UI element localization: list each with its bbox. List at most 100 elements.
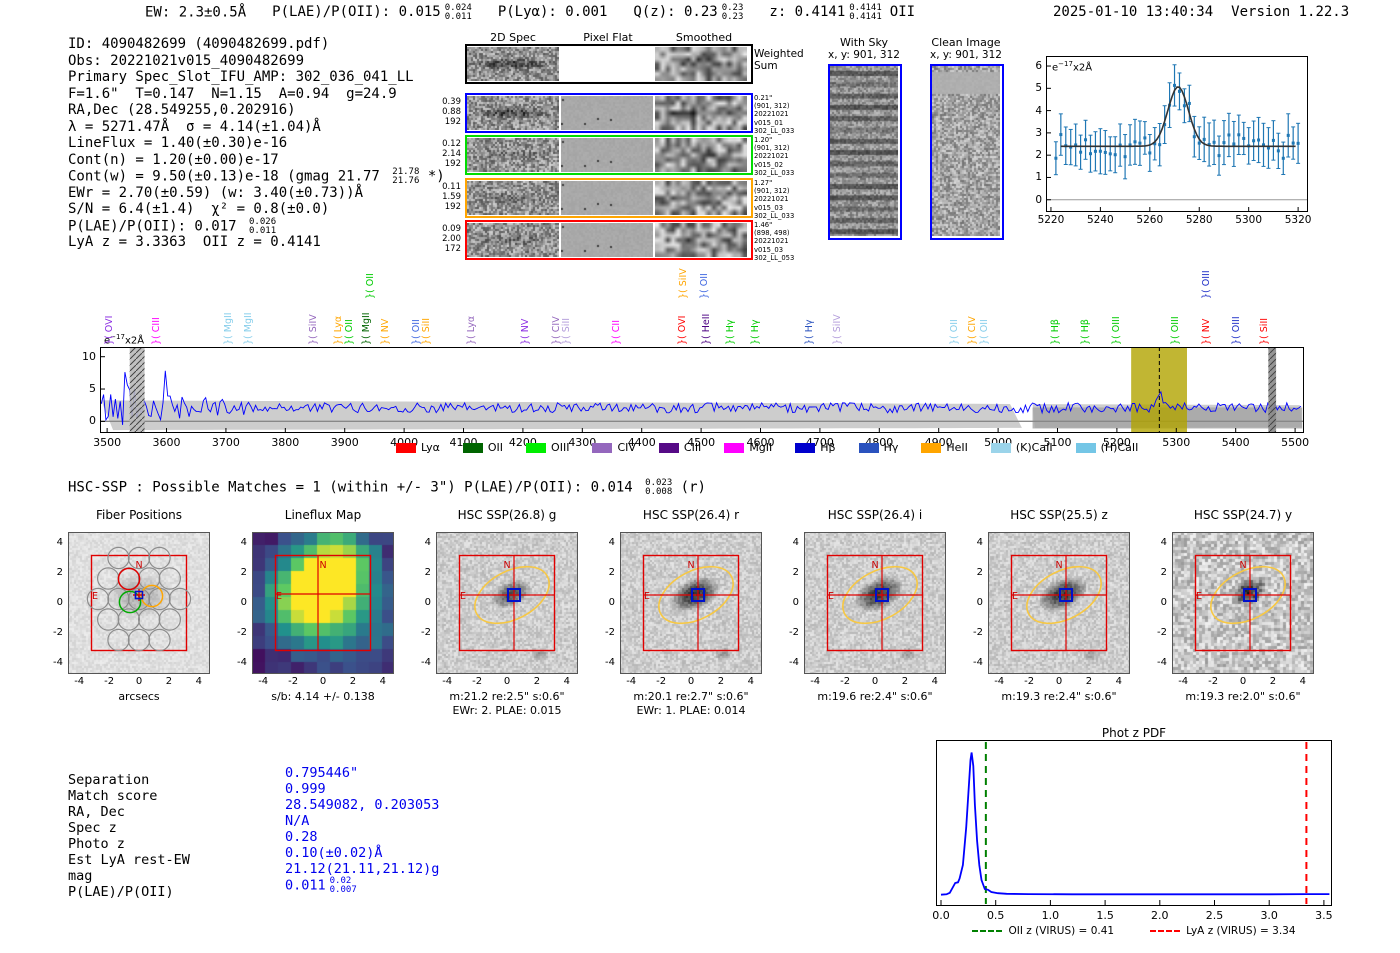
cutout-y-tick: 0 (976, 597, 983, 608)
cutout-overlay: NE (1172, 532, 1314, 674)
cutout-x-tick: -4 (810, 676, 821, 687)
emission-line-label: }( Hγ (804, 319, 816, 345)
cutout-x-tick: 4 (379, 676, 386, 687)
cutout-x-tick: -4 (626, 676, 637, 687)
emission-line-label: }( OIII (1110, 316, 1122, 345)
emission-line-label: }( CIII (150, 317, 162, 345)
cutout-overlay: NE (988, 532, 1130, 674)
spec2d-row-fiber-label: 1.46" (754, 221, 773, 229)
match-table-label: Est LyA rest-EW (68, 852, 190, 868)
spec2d-cell-flat (561, 138, 653, 172)
emission-line-label: }( SiIV (307, 314, 319, 345)
linefit-y-tick: 0 (1035, 193, 1042, 206)
cutout-y-tick: 4 (56, 537, 63, 549)
z-uncertainty: 0.4141 0.4141 (849, 3, 882, 23)
cutout-x-tick: -2 (472, 676, 483, 687)
info-line: λ = 5271.47Å σ = 4.14(±1.04)Å (68, 118, 321, 135)
emission-line-label: }( SiII (560, 317, 572, 345)
cutout-y-tick: 4 (424, 537, 431, 549)
emission-line-label: }( OII (343, 319, 355, 345)
cutout-title: HSC SSP(26.4) r (642, 508, 740, 522)
legend-item: (H)CaII (1075, 441, 1139, 454)
cutout-overlay: NE (68, 532, 210, 674)
compass-east: E (1196, 591, 1202, 602)
legend-item: MgII (724, 441, 772, 454)
cutout-x-tick: 4 (931, 676, 938, 687)
photz-plot (936, 740, 1332, 906)
cutout-y-tick: 2 (976, 567, 983, 579)
cutout-x-tick: -2 (1024, 676, 1035, 687)
ew-value: EW: 2.3±0.5Å (145, 4, 247, 21)
emission-line-label: }( Hβ (1049, 319, 1061, 345)
info-line: EWr = 2.70(±0.59) (w: 3.40(±0.73))Å (68, 184, 364, 201)
emission-line-label: }( NV (380, 318, 392, 345)
cutout-y-tick: -2 (605, 626, 615, 638)
cutout-x-tick: -4 (994, 676, 1005, 687)
spec2d-row-fiber-label: (901, 312) (754, 187, 790, 196)
compass-east: E (644, 591, 650, 602)
spec2d-row-weight-label: 192 (444, 159, 461, 169)
info-line: LineFlux = 1.40(±0.30)e-16 (68, 135, 288, 151)
cutout-caption: m:19.3 re:2.0" s:0.6" (1185, 690, 1301, 703)
emission-line-label: }( Hγ (749, 319, 761, 345)
cutout-overlay: NE (620, 532, 762, 674)
col-header-pixelflat: Pixel Flat (583, 31, 633, 44)
photz-legend-item: LyA z (VIRUS) = 3.34 (1150, 925, 1296, 937)
spectrum-plot (100, 347, 1304, 433)
cutout-overlay: NE (436, 532, 578, 674)
cutout-x-tick: -4 (1178, 676, 1189, 687)
emission-line-label: }( OIII (1231, 316, 1243, 345)
cutout-x-tick: 4 (563, 676, 570, 687)
emission-line-label: }( OVI (103, 315, 115, 345)
cutout-y-tick: -4 (605, 656, 615, 668)
cutout-x-tick: 0 (871, 676, 879, 687)
spec2d-row-weight-label: 1.59 (442, 192, 461, 202)
cutout-x-tick: -2 (656, 676, 667, 687)
emission-line-label: }( Hβ (1080, 319, 1092, 345)
legend-label: OII (487, 441, 504, 454)
legend-label: Lyα (421, 441, 440, 454)
linefit-x-tick: 5300 (1235, 214, 1263, 226)
cutout-y-tick: 0 (240, 597, 247, 608)
legend-label: CIII (683, 441, 702, 454)
photz-title: Phot z PDF (1101, 726, 1167, 740)
clean-image (932, 66, 1000, 236)
col-header-smoothed: Smoothed (675, 31, 733, 44)
legend-item: CIII (658, 441, 702, 454)
with-sky-coords: x, y: 901, 312 (828, 49, 900, 61)
cutout-x-tick: 0 (1055, 676, 1063, 687)
cutout-title: HSC SSP(25.5) z (1010, 508, 1108, 522)
spectrum-legend: Lyα OII OIII CIV CIII MgII Hβ Hγ HeII (K)CaII (H)C… (396, 441, 1226, 454)
emission-line-label: }( SiII (1259, 317, 1271, 345)
cutout-caption: arcsecs (118, 690, 160, 703)
emission-line-label: }( Lyα (332, 315, 344, 345)
info-line: Cont(n) = 1.20(±0.00)e-17 (68, 151, 279, 168)
hsc-plae-uncertainty: 0.023 0.008 (645, 478, 673, 498)
legend-swatch (592, 442, 613, 453)
photz-x-tick: 0.5 (986, 909, 1005, 922)
legend-label: (K)CaII (1015, 441, 1053, 454)
spec2d-row-fiber-label: 20221021 (754, 152, 789, 161)
legend-label: MgII (749, 441, 773, 454)
linefit-y-tick: 3 (1035, 126, 1042, 139)
match-table-value: N/A (285, 813, 310, 829)
cutout-overlay-svg: NE (1172, 532, 1314, 674)
cutout-y-tick: -4 (973, 656, 983, 668)
spectrum-x-tick: 3900 (330, 436, 359, 449)
cutout-y-tick: 0 (56, 597, 63, 608)
spectrum-plot-svg (100, 347, 1304, 433)
spectrum-y-tick: 0 (89, 414, 96, 428)
emission-line-label: }( SiIV (678, 268, 690, 299)
spec2d-cell-smoothed (655, 96, 747, 130)
cutout-x-tick: -4 (74, 676, 85, 687)
emission-line-label: }( NV (519, 318, 531, 345)
with-sky-image (830, 66, 898, 236)
cutout-y-tick: -2 (1157, 626, 1167, 638)
cutout-y-tick: 2 (608, 567, 615, 579)
legend-label: (H)CaII (1100, 441, 1139, 454)
hsc-match-line: HSC-SSP : Possible Matches = 1 (within +… (68, 478, 706, 498)
match-table-value: 21.12(21.11,21.12)g (285, 861, 440, 877)
legend-item: Hβ (795, 441, 836, 454)
cutout-caption2: EWr: 1. PLAE: 0.014 (636, 704, 746, 717)
cutout-x-tick: 0 (135, 676, 143, 687)
